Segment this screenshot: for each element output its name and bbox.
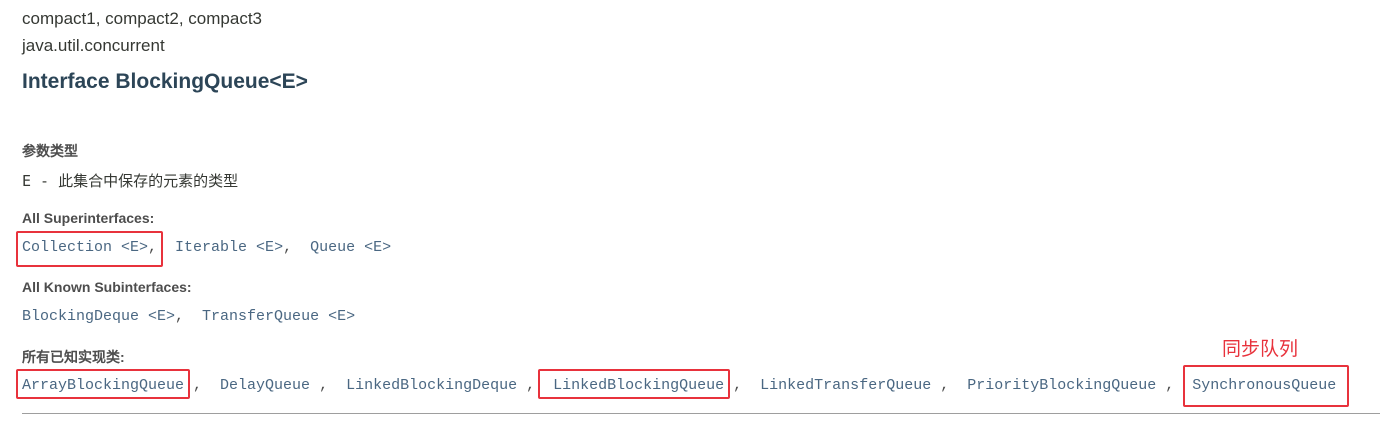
highlight-box-synchronousqueue xyxy=(1183,365,1349,407)
type-params-label: 参数类型 xyxy=(22,143,78,159)
link-priorityblockingqueue[interactable]: PriorityBlockingQueue xyxy=(967,377,1156,394)
link-queue[interactable]: Queue <E> xyxy=(310,239,391,256)
link-delayqueue[interactable]: DelayQueue xyxy=(220,377,310,394)
implementing-label: 所有已知实现类: xyxy=(22,349,125,365)
annotation-synchronous-queue: 同步队列 xyxy=(1222,338,1299,360)
separator: , xyxy=(931,377,968,394)
package-name: java.util.concurrent xyxy=(22,36,165,55)
profiles-line: compact1, compact2, compact3 xyxy=(22,9,263,28)
separator: , xyxy=(175,308,203,325)
link-transferqueue[interactable]: TransferQueue <E> xyxy=(202,308,355,325)
superinterfaces-label: All Superinterfaces: xyxy=(22,210,155,226)
link-blockingdeque[interactable]: BlockingDeque <E> xyxy=(22,308,175,325)
highlight-box-arrayblockingqueue xyxy=(16,369,190,399)
link-linkedblockingdeque[interactable]: LinkedBlockingDeque xyxy=(346,377,517,394)
subinterfaces-list: BlockingDeque <E>, TransferQueue <E> xyxy=(22,307,355,325)
link-iterable[interactable]: Iterable <E> xyxy=(175,239,283,256)
subinterfaces-label: All Known Subinterfaces: xyxy=(22,279,192,295)
highlight-box-collection xyxy=(16,231,163,267)
separator: , xyxy=(310,377,347,394)
page-title: Interface BlockingQueue<E> xyxy=(22,70,308,93)
type-params-desc: E - 此集合中保存的元素的类型 xyxy=(22,172,239,190)
divider xyxy=(22,413,1380,414)
link-linkedtransferqueue[interactable]: LinkedTransferQueue xyxy=(760,377,931,394)
separator: , xyxy=(283,239,311,256)
highlight-box-linkedblockingqueue xyxy=(538,369,730,399)
